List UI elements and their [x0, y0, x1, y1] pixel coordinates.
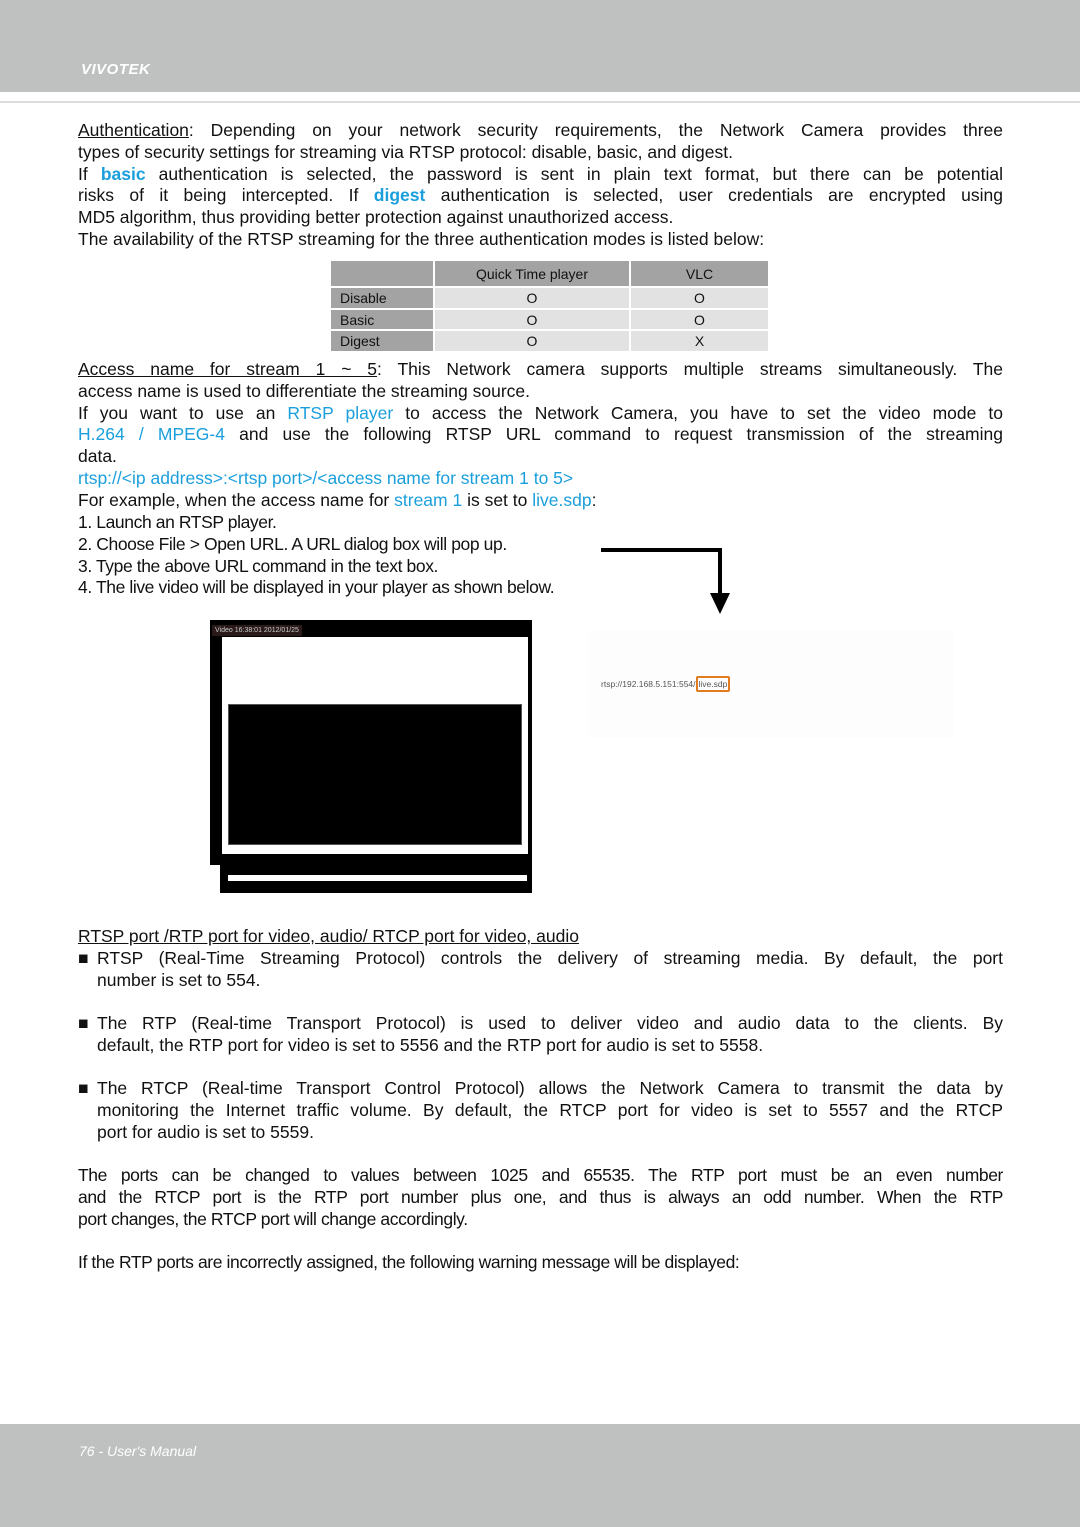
page-footer-band: 76 - User's Manual: [0, 1424, 1080, 1527]
table-row: Digest O X: [331, 331, 768, 354]
bullet-square-icon: ■: [78, 948, 89, 968]
video-area: [228, 704, 522, 845]
url-input[interactable]: rtsp://192.168.5.151:554/live.sdp: [601, 676, 731, 692]
text-line: If you want to use an RTSP player to acc…: [78, 402, 1003, 423]
row-header: Basic: [331, 309, 433, 332]
bullet-item-rtcp: ■ The RTCP (Real-time Transport Control …: [78, 1078, 1003, 1143]
text-line: data.: [78, 446, 117, 467]
text-line: port changes, the RTCP port will change …: [78, 1208, 468, 1229]
table-cell: O: [631, 288, 768, 310]
table-header-row: Quick Time player VLC: [331, 261, 768, 288]
text-line: and the RTCP port is the RTP port number…: [78, 1186, 1003, 1207]
video-mode-link[interactable]: H.264 / MPEG-4: [78, 424, 225, 444]
player-window-figure: Video 16:38:01 2012/01/25: [210, 620, 532, 893]
authentication-heading: Authentication: [78, 120, 189, 140]
table-cell: O: [435, 309, 629, 332]
rtsp-url-template: rtsp://<ip address>:<rtsp port>/<access …: [78, 467, 574, 488]
text-line: MD5 algorithm, thus providing better pro…: [78, 207, 674, 228]
text-line: RTSP (Real-Time Streaming Protocol) cont…: [97, 948, 1003, 968]
warning-intro-paragraph: If the RTP ports are incorrectly assigne…: [78, 1252, 1003, 1274]
brand-logo: VIVOTEK: [81, 61, 151, 78]
live-sdp-link[interactable]: live.sdp: [532, 490, 591, 510]
row-header: Disable: [331, 288, 433, 310]
bullet-item-rtp: ■ The RTP (Real-time Transport Protocol)…: [78, 1013, 1003, 1057]
text-line: If the RTP ports are incorrectly assigne…: [78, 1252, 740, 1272]
text-line: Authentication: Depending on your networ…: [78, 120, 1003, 140]
bullet-item-rtsp: ■ RTSP (Real-Time Streaming Protocol) co…: [78, 948, 1003, 992]
table-row: Disable O O: [331, 288, 768, 310]
column-header-vlc: VLC: [631, 261, 768, 288]
player-control-strip: [228, 875, 527, 881]
text-line: H.264 / MPEG-4 and use the following RTS…: [78, 424, 1003, 445]
text-line: types of security settings for streaming…: [78, 141, 733, 162]
text-line: default, the RTP port for video is set t…: [97, 1034, 764, 1055]
authentication-paragraph: Authentication: Depending on your networ…: [78, 120, 1003, 251]
header-divider: [0, 101, 1080, 103]
text-line: number is set to 554.: [97, 969, 261, 990]
text-line: risks of it being intercepted. If digest…: [78, 185, 1003, 206]
bullet-square-icon: ■: [78, 1013, 89, 1033]
text-line: The ports can be changed to values betwe…: [78, 1165, 1003, 1185]
ports-heading: RTSP port /RTP port for video, audio/ RT…: [78, 926, 579, 946]
stream-1-link[interactable]: stream 1: [394, 490, 462, 510]
access-name-heading: Access name for stream 1 ~ 5: [78, 359, 378, 379]
port-range-paragraph: The ports can be changed to values betwe…: [78, 1165, 1003, 1230]
arrow-head: [710, 593, 730, 614]
open-url-dialog-figure: rtsp://192.168.5.151:554/live.sdp: [588, 630, 954, 738]
table-corner-cell: [331, 261, 433, 288]
text-line: For example, when the access name for st…: [78, 489, 597, 510]
table-cell: O: [435, 331, 629, 354]
down-arrow-icon: [601, 548, 730, 614]
digest-keyword: digest: [373, 185, 426, 206]
basic-keyword: basic: [100, 163, 146, 184]
row-header: Digest: [331, 331, 433, 354]
arrow-shaft: [601, 548, 722, 595]
rtsp-player-link[interactable]: RTSP player: [287, 403, 393, 423]
table-cell: O: [435, 288, 629, 310]
text-line: The RTP (Real-time Transport Protocol) i…: [97, 1013, 1003, 1033]
page-header-band: VIVOTEK: [0, 0, 1080, 92]
text-line: monitoring the Internet traffic volume. …: [97, 1099, 1003, 1120]
auth-availability-table: Quick Time player VLC Disable O O Basic …: [329, 261, 770, 354]
text-line: The RTCP (Real-time Transport Control Pr…: [97, 1078, 1003, 1098]
step-item: 1. Launch an RTSP player.: [78, 512, 277, 532]
text-line: Access name for stream 1 ~ 5: This Netwo…: [78, 359, 1003, 379]
text-line: If basic authentication is selected, the…: [78, 163, 1004, 184]
table-cell: X: [631, 331, 768, 354]
page-number-label: 76 - User's Manual: [79, 1443, 197, 1459]
text-line: port for audio is set to 5559.: [97, 1121, 314, 1142]
text-line: The availability of the RTSP streaming f…: [78, 228, 765, 249]
ports-heading-block: RTSP port /RTP port for video, audio/ RT…: [78, 926, 1003, 948]
video-timestamp-caption: Video 16:38:01 2012/01/25: [212, 625, 302, 636]
url-highlight: live.sdp: [695, 676, 731, 692]
access-name-paragraph: Access name for stream 1 ~ 5: This Netwo…: [78, 359, 1003, 512]
column-header-quicktime: Quick Time player: [435, 261, 629, 288]
text-line: access name is used to differentiate the…: [78, 380, 531, 401]
table-cell: O: [631, 309, 768, 332]
table-row: Basic O O: [331, 309, 768, 332]
bullet-square-icon: ■: [78, 1078, 89, 1098]
